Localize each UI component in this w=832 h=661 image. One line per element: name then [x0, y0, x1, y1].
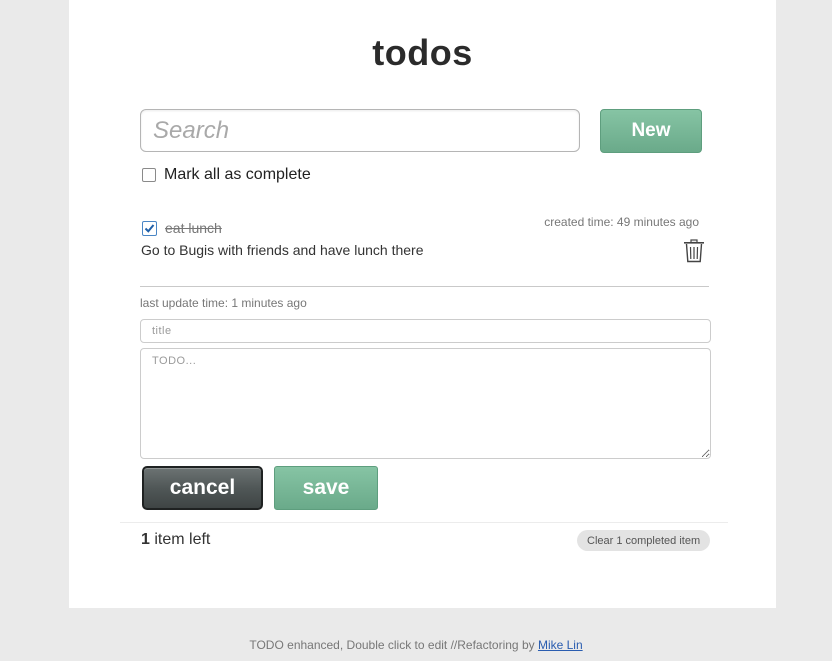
todo-complete-checkbox[interactable]: [142, 221, 157, 236]
items-left-count: 1: [141, 531, 150, 548]
cancel-button[interactable]: cancel: [142, 466, 263, 510]
items-left-counter: 1 item left: [141, 531, 210, 549]
checkmark-icon: [144, 224, 155, 233]
trash-icon[interactable]: [683, 239, 705, 263]
last-update-time: last update time: 1 minutes ago: [140, 296, 307, 310]
todo-text-area[interactable]: [140, 348, 711, 459]
todo-app-card: todos New Mark all as complete eat lunch…: [69, 0, 776, 608]
mark-all-checkbox[interactable]: [142, 168, 156, 182]
page-footer-text: TODO enhanced, Double click to edit //Re…: [249, 638, 538, 652]
app-title: todos: [372, 32, 473, 73]
save-button[interactable]: save: [274, 466, 378, 510]
footer-divider: [120, 522, 728, 523]
search-input[interactable]: [140, 109, 580, 152]
mark-all-label: Mark all as complete: [164, 166, 311, 183]
todo-description[interactable]: Go to Bugis with friends and have lunch …: [141, 242, 424, 258]
author-link[interactable]: Mike Lin: [538, 638, 583, 652]
page-footer: TODO enhanced, Double click to edit //Re…: [0, 638, 832, 652]
mark-all-toggle[interactable]: Mark all as complete: [142, 166, 311, 184]
todo-title[interactable]: eat lunch: [165, 220, 222, 236]
clear-completed-button[interactable]: Clear 1 completed item: [577, 530, 711, 551]
title-input[interactable]: [140, 319, 711, 343]
items-left-label: item left: [149, 531, 211, 548]
divider: [140, 286, 709, 287]
new-button[interactable]: New: [600, 109, 702, 153]
created-time: created time: 49 minutes ago: [544, 215, 699, 229]
